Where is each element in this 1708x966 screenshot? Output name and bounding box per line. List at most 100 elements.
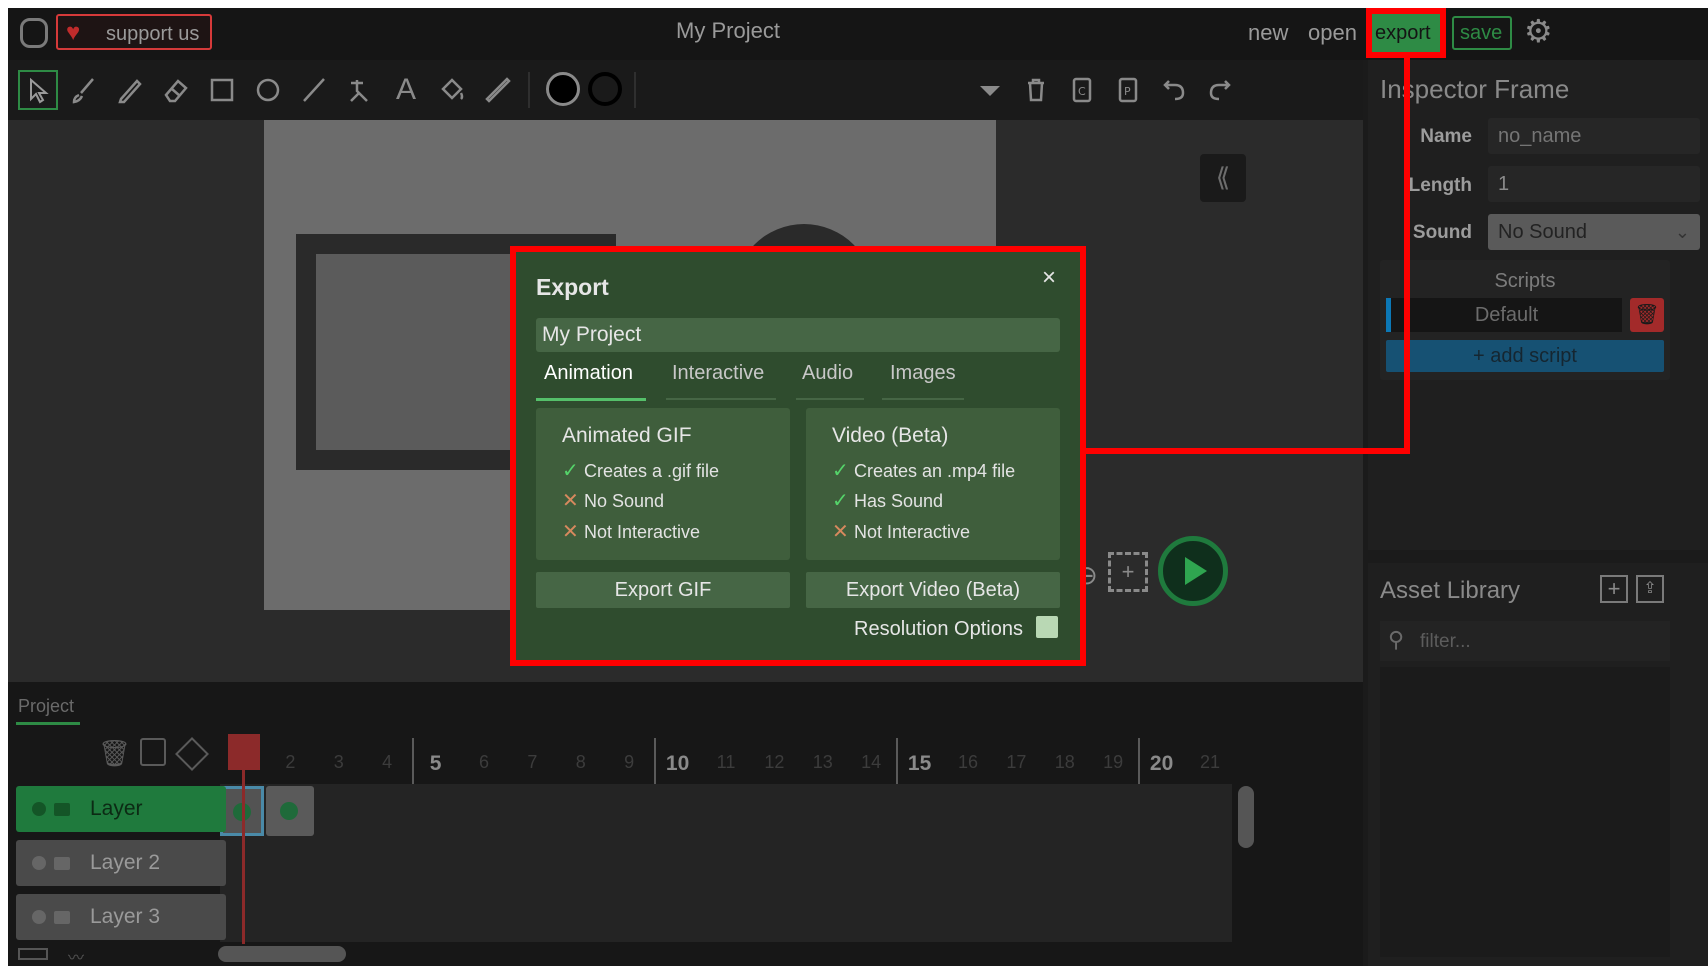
open-button[interactable]: open: [1308, 20, 1357, 46]
gif-option-card: Animated GIF ✓ Creates a .gif file ✕ No So…: [536, 408, 790, 560]
delete-trash-icon[interactable]: [1016, 70, 1056, 110]
add-script-button[interactable]: + add script: [1386, 340, 1664, 372]
sound-select[interactable]: No Sound ⌄: [1488, 214, 1700, 250]
eraser-tool-icon[interactable]: [156, 70, 196, 110]
copy-icon[interactable]: C: [1062, 70, 1102, 110]
delete-layer-icon[interactable]: 🗑: [98, 738, 131, 769]
export-video-button[interactable]: Export Video (Beta): [806, 572, 1060, 608]
save-button[interactable]: save: [1452, 16, 1512, 50]
name-label: Name: [1420, 126, 1472, 147]
recenter-icon[interactable]: +: [1108, 552, 1148, 592]
support-us-button[interactable]: ♥ support us: [56, 14, 212, 50]
timeline-horizontal-scrollbar[interactable]: [218, 946, 346, 962]
video-feature-3: ✕ Not Interactive: [832, 519, 970, 544]
frame-number[interactable]: 16: [946, 752, 990, 773]
fill-bucket-tool-icon[interactable]: [432, 70, 472, 110]
play-button[interactable]: [1158, 536, 1228, 606]
paste-icon[interactable]: P: [1108, 70, 1148, 110]
dropdown-arrow-icon[interactable]: [970, 70, 1010, 110]
visibility-icon[interactable]: [32, 856, 46, 870]
wick-logo-icon[interactable]: [20, 18, 48, 48]
frame-number[interactable]: 17: [994, 752, 1038, 773]
length-input[interactable]: 1: [1488, 166, 1700, 202]
frame-cell-2[interactable]: [266, 786, 314, 836]
eyedropper-tool-icon[interactable]: [478, 70, 518, 110]
frame-number[interactable]: 5: [414, 752, 458, 776]
tab-interactive[interactable]: Interactive: [666, 362, 776, 400]
cursor-tool-icon[interactable]: [18, 70, 58, 110]
text-tool-icon[interactable]: A: [386, 70, 426, 110]
svg-text:P: P: [1124, 85, 1131, 98]
default-script-button[interactable]: Default: [1386, 298, 1622, 332]
export-gif-button[interactable]: Export GIF: [536, 572, 790, 608]
frame-number[interactable]: 4: [365, 752, 409, 773]
frame-number[interactable]: 6: [462, 752, 506, 773]
frame-grid[interactable]: [220, 784, 1232, 942]
frame-number[interactable]: 2: [268, 752, 312, 773]
lock-icon[interactable]: [54, 911, 70, 924]
project-name-input[interactable]: My Project: [536, 318, 1060, 352]
gif-title: Animated GIF: [562, 424, 692, 447]
gif-feature-3: ✕ Not Interactive: [562, 519, 700, 544]
layer-row-1[interactable]: Layer: [16, 786, 226, 832]
layer-view-icon[interactable]: [18, 948, 48, 960]
brush-tool-icon[interactable]: [64, 70, 104, 110]
search-icon: ⚲: [1388, 627, 1405, 652]
stroke-color-swatch[interactable]: [588, 72, 622, 106]
add-asset-icon[interactable]: +: [1600, 575, 1628, 603]
ellipse-tool-icon[interactable]: [248, 70, 288, 110]
close-icon[interactable]: ×: [1042, 264, 1056, 292]
add-tween-icon[interactable]: [140, 738, 166, 766]
undo-icon[interactable]: [1154, 70, 1194, 110]
visibility-icon[interactable]: [32, 910, 46, 924]
lock-icon[interactable]: [54, 857, 70, 870]
layer-row-2[interactable]: Layer 2: [16, 840, 226, 886]
frame-number[interactable]: 11: [704, 752, 748, 773]
layer-row-3[interactable]: Layer 3: [16, 894, 226, 940]
gif-feature-1: ✓ Creates a .gif file: [562, 458, 719, 483]
frame-number[interactable]: 20: [1140, 752, 1184, 776]
playhead[interactable]: [228, 734, 260, 770]
layer-name: Layer: [90, 797, 143, 820]
collapse-panel-button[interactable]: ⟪: [1200, 154, 1246, 202]
path-tool-icon[interactable]: [340, 70, 380, 110]
audio-waveform-icon[interactable]: 〰: [68, 944, 84, 966]
redo-icon[interactable]: [1200, 70, 1240, 110]
frame-number[interactable]: 10: [656, 752, 700, 776]
resolution-options-checkbox[interactable]: [1036, 616, 1058, 638]
fill-color-swatch[interactable]: [546, 72, 580, 106]
keyframe-diamond-icon[interactable]: [175, 737, 209, 771]
delete-script-icon[interactable]: 🗑: [1630, 298, 1664, 332]
frame-number[interactable]: 14: [849, 752, 893, 773]
frame-number[interactable]: 19: [1091, 752, 1135, 773]
asset-filter-input[interactable]: ⚲ filter...: [1380, 621, 1670, 661]
frame-number[interactable]: 15: [898, 752, 942, 776]
frame-number[interactable]: 8: [559, 752, 603, 773]
cross-icon: ✕: [832, 521, 849, 543]
visibility-icon[interactable]: [32, 802, 46, 816]
frame-number[interactable]: 21: [1188, 752, 1232, 773]
tab-images[interactable]: Images: [882, 362, 964, 400]
new-button[interactable]: new: [1248, 20, 1288, 46]
tab-audio[interactable]: Audio: [796, 362, 864, 400]
export-dialog-title: Export: [536, 274, 609, 300]
frame-number[interactable]: 18: [1043, 752, 1087, 773]
frame-number[interactable]: 7: [510, 752, 554, 773]
name-input[interactable]: [1488, 118, 1700, 154]
frame-number[interactable]: 13: [801, 752, 845, 773]
lock-icon[interactable]: [54, 803, 70, 816]
frame-number[interactable]: 9: [607, 752, 651, 773]
project-tab[interactable]: Project: [16, 690, 80, 725]
upload-asset-icon[interactable]: ⇪: [1636, 575, 1664, 603]
tab-animation[interactable]: Animation: [536, 362, 646, 401]
video-feature-1-text: Creates an .mp4 file: [854, 461, 1016, 481]
support-us-label: support us: [106, 23, 200, 45]
export-button[interactable]: export: [1366, 8, 1446, 58]
settings-gear-icon[interactable]: ⚙: [1524, 14, 1558, 48]
line-tool-icon[interactable]: [294, 70, 334, 110]
pencil-tool-icon[interactable]: [110, 70, 150, 110]
rectangle-tool-icon[interactable]: [202, 70, 242, 110]
frame-number[interactable]: 3: [317, 752, 361, 773]
frame-number[interactable]: 12: [752, 752, 796, 773]
timeline-vertical-scrollbar[interactable]: [1238, 786, 1254, 848]
